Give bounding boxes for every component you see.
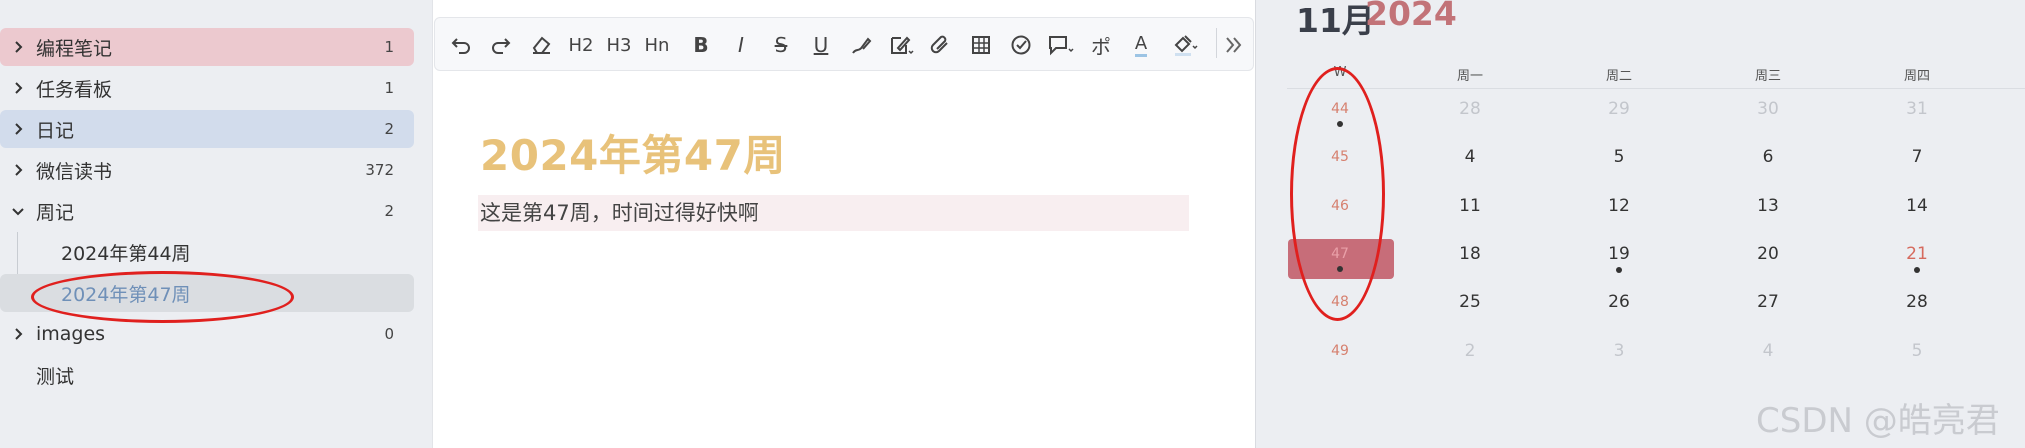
toolbar-separator (1216, 28, 1217, 58)
calendar-day[interactable]: 28 (1459, 99, 1481, 119)
calendar-day[interactable]: 12 (1608, 196, 1630, 216)
font-color-button[interactable]: A (1124, 18, 1158, 72)
chevron-right-icon[interactable] (10, 69, 26, 107)
sidebar-item-count: 372 (365, 161, 394, 179)
calendar-day[interactable]: 30 (1757, 99, 1779, 119)
calendar-day[interactable]: 18 (1459, 244, 1481, 264)
weekday-header: 周一 (1456, 69, 1484, 84)
calendar-day[interactable]: 3 (1614, 341, 1625, 361)
calendar-day[interactable]: 6 (1763, 147, 1774, 167)
bold-button-label: B (693, 33, 709, 57)
eraser-icon[interactable] (524, 18, 558, 72)
sidebar-subitem[interactable]: 2024年第44周 (0, 233, 414, 271)
sidebar-item[interactable]: 日记 2 (0, 110, 414, 148)
italic-button-label: I (738, 33, 744, 57)
strikethrough-button[interactable]: S (764, 18, 798, 72)
calendar-day[interactable]: 31 (1906, 99, 1928, 119)
underline-button-label: U (813, 33, 829, 57)
h3-button-label: H3 (606, 34, 632, 56)
strikethrough-button-label: S (774, 33, 788, 57)
calendar-day[interactable]: 4 (1763, 341, 1774, 361)
sidebar-item[interactable]: 微信读书 372 (0, 151, 414, 189)
sidebar-item-label: 日记 (36, 119, 75, 142)
calendar-day[interactable]: 5 (1912, 341, 1923, 361)
h2-button-label: H2 (568, 34, 594, 56)
sidebar-item[interactable]: 周记 2 (0, 192, 414, 230)
calendar-day[interactable]: 20 (1757, 244, 1779, 264)
day-note-dot (1914, 267, 1920, 273)
calendar-day[interactable]: 7 (1912, 147, 1923, 167)
sidebar-item-count: 1 (384, 38, 394, 56)
redo-icon[interactable] (484, 18, 518, 72)
calendar-day[interactable]: 26 (1608, 292, 1630, 312)
sidebar-item-count: 1 (384, 79, 394, 97)
calendar-day[interactable]: 11 (1459, 196, 1481, 216)
h2-button[interactable]: H2 (564, 18, 598, 72)
calendar-header-divider (1287, 88, 2025, 89)
calendar-day[interactable]: 19 (1608, 244, 1630, 264)
calendar-year[interactable]: 2024 (1365, 0, 1457, 33)
sidebar-item[interactable]: 任务看板 1 (0, 69, 414, 107)
h3-button[interactable]: H3 (602, 18, 636, 72)
sidebar-item-label: 测试 (36, 365, 75, 388)
chevron-right-icon[interactable] (10, 151, 26, 189)
attachment-icon[interactable] (924, 18, 958, 72)
calendar-day[interactable]: 2 (1465, 341, 1476, 361)
chevron-right-icon[interactable] (10, 110, 26, 148)
sidebar-item-count: 2 (384, 202, 394, 220)
calendar-day[interactable]: 5 (1614, 147, 1625, 167)
undo-icon[interactable] (444, 18, 478, 72)
calendar-day[interactable]: 28 (1906, 292, 1928, 312)
table-icon[interactable] (964, 18, 998, 72)
sidebar: 编程笔记 1 任务看板 1 日记 2 微信读书 372 周记 2 2024年第44周 2024年第47… (0, 0, 432, 448)
font-color-button-label: A (1134, 33, 1148, 57)
fill-color-icon[interactable] (1168, 18, 1202, 72)
calendar-day[interactable]: 4 (1465, 147, 1476, 167)
document-title[interactable]: 2024年第47周 (480, 122, 786, 183)
bold-button[interactable]: B (684, 18, 718, 72)
edit-pen-icon[interactable] (884, 18, 918, 72)
sidebar-item-count: 0 (384, 325, 394, 343)
sidebar-item[interactable]: 编程笔记 1 (0, 28, 414, 66)
sidebar-item-label: 编程笔记 (36, 37, 113, 60)
underline-button[interactable]: U (804, 18, 838, 72)
sidebar-top-icons (120, 0, 310, 4)
calendar-month[interactable]: 11月 (1296, 0, 1375, 42)
calendar-day[interactable]: 21 (1906, 244, 1928, 264)
chevron-right-icon[interactable] (10, 315, 26, 353)
checkbox-icon[interactable] (1004, 18, 1038, 72)
calendar-day[interactable]: 27 (1757, 292, 1779, 312)
more-icon[interactable] (1216, 18, 1250, 72)
calendar-day[interactable]: 29 (1608, 99, 1630, 119)
sidebar-item-label: 2024年第44周 (61, 242, 191, 265)
sidebar-item-label: 任务看板 (36, 78, 113, 101)
ruby-button-label: ポ (1091, 34, 1111, 59)
week-number[interactable]: 49 (1331, 343, 1349, 359)
weekday-header: 周三 (1754, 69, 1782, 84)
chevron-right-icon[interactable] (10, 28, 26, 66)
document-paragraph[interactable]: 这是第47周，时间过得好快啊 (478, 195, 1189, 231)
hn-button[interactable]: Hn (640, 18, 674, 72)
weekday-header: 周四 (1903, 69, 1931, 84)
weekday-header: 周二 (1605, 69, 1633, 84)
annotation-ellipse-weeks (1290, 67, 1385, 321)
calendar-day[interactable]: 25 (1459, 292, 1481, 312)
annotation-ellipse-sidebar (31, 271, 294, 323)
editor-toolbar: H2 H3 Hn B I S U ポ A (434, 17, 1254, 71)
calendar-day[interactable]: 13 (1757, 196, 1779, 216)
sidebar-item-label: 周记 (36, 201, 75, 224)
highlight-pen-icon[interactable] (844, 18, 878, 72)
comment-icon[interactable] (1044, 18, 1078, 72)
sidebar-item-label: images (36, 323, 106, 345)
chevron-down-icon[interactable] (10, 192, 26, 230)
sidebar-item-count: 2 (384, 120, 394, 138)
sidebar-item[interactable]: 测试 (0, 356, 414, 394)
day-note-dot (1616, 267, 1622, 273)
calendar-day[interactable]: 14 (1906, 196, 1928, 216)
italic-button[interactable]: I (724, 18, 758, 72)
watermark: CSDN @皓亮君 (1756, 401, 2000, 441)
hn-button-label: Hn (644, 34, 670, 56)
ruby-button[interactable]: ポ (1084, 18, 1118, 72)
sidebar-item-label: 微信读书 (36, 160, 113, 183)
